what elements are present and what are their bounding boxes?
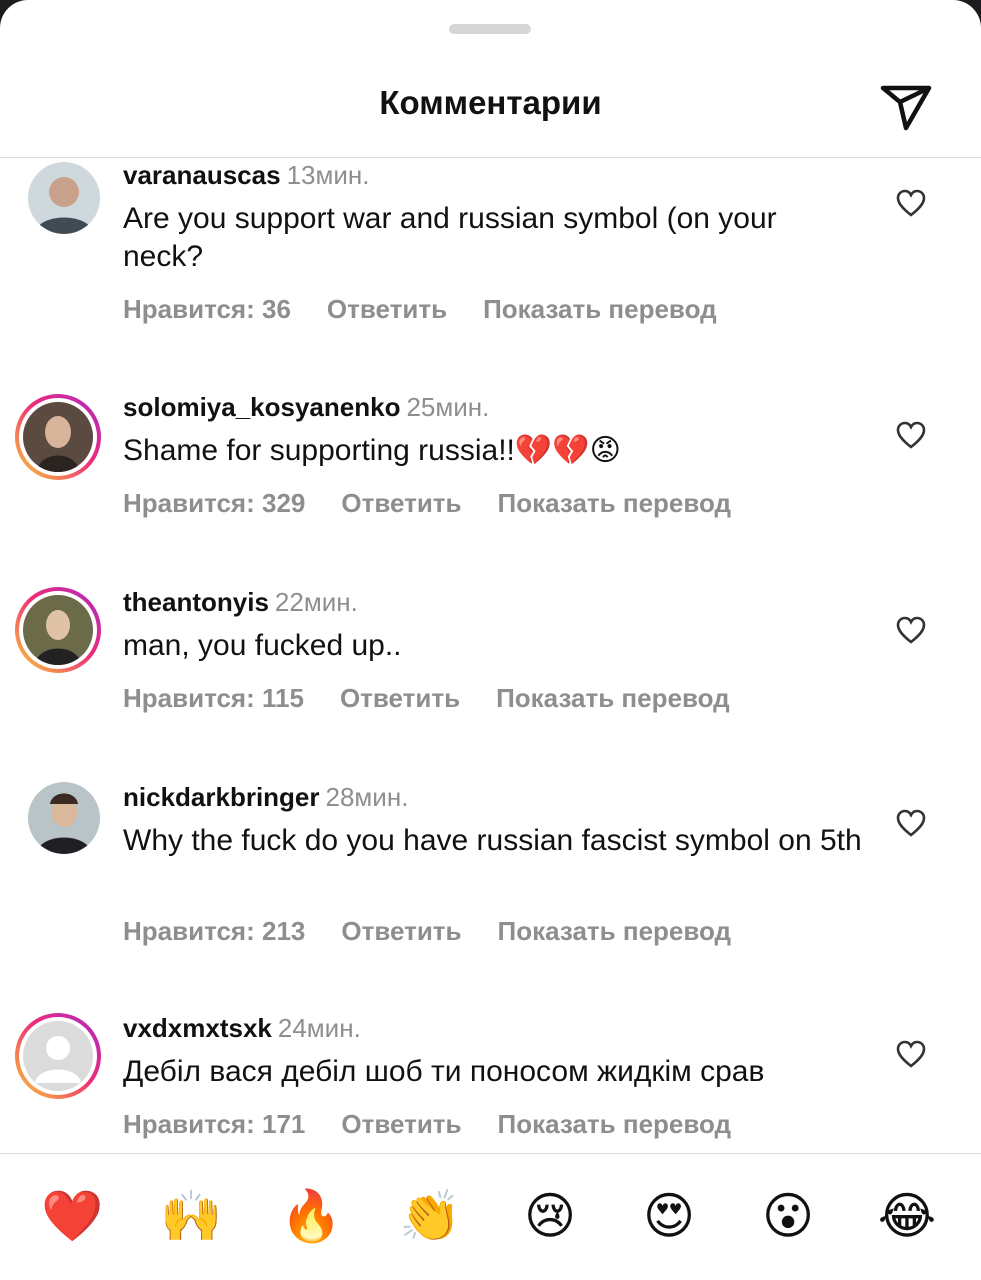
avatar[interactable] [28, 162, 100, 234]
username[interactable]: theantonyis [123, 587, 269, 617]
comment-meta: theantonyis 22мин. [123, 587, 358, 618]
reaction-heart-eyes-icon[interactable]: 😍 [638, 1185, 700, 1247]
reaction-heart-icon[interactable]: ❤️ [41, 1185, 103, 1247]
send-icon[interactable] [878, 82, 934, 132]
likes-count[interactable]: Нравится: 171 [123, 1109, 305, 1139]
like-heart-icon[interactable] [895, 188, 927, 218]
page-title: Комментарии [379, 84, 602, 121]
reaction-clapping-icon[interactable]: 👏 [399, 1185, 461, 1247]
like-heart-icon[interactable] [895, 420, 927, 450]
like-heart-icon[interactable] [895, 615, 927, 645]
comment-meta: varanauscas 13мин. [123, 160, 369, 191]
username[interactable]: varanauscas [123, 160, 281, 190]
comment-meta: vxdxmxtsxk 24мин. [123, 1013, 361, 1044]
show-translation-button[interactable]: Показать перевод [498, 1109, 732, 1139]
likes-count[interactable]: Нравится: 115 [123, 683, 304, 713]
show-translation-button[interactable]: Показать перевод [498, 916, 732, 946]
likes-count[interactable]: Нравится: 329 [123, 488, 305, 518]
timestamp: 25мин. [406, 392, 490, 422]
header-divider [0, 157, 981, 158]
timestamp: 28мин. [325, 782, 409, 812]
comment-actions: Нравится: 329 Ответить Показать перевод [123, 488, 767, 519]
comment-text: man, you fucked up.. [123, 629, 402, 662]
reply-button[interactable]: Ответить [341, 916, 461, 946]
comment-text: Why the fuck do you have russian fascist… [123, 824, 862, 857]
comment-actions: Нравится: 36 Ответить Показать перевод [123, 294, 753, 325]
reaction-fire-icon[interactable]: 🔥 [280, 1185, 342, 1247]
reply-button[interactable]: Ответить [327, 294, 447, 324]
comment-meta: solomiya_kosyanenko 25мин. [123, 392, 489, 423]
comment-text: Are you support war and russian symbol (… [123, 202, 777, 273]
comment-meta: nickdarkbringer 28мин. [123, 782, 408, 813]
avatar[interactable] [15, 394, 101, 480]
like-heart-icon[interactable] [895, 1039, 927, 1069]
timestamp: 13мин. [286, 160, 370, 190]
reaction-crying-icon[interactable]: 😢 [519, 1185, 581, 1247]
likes-count[interactable]: Нравится: 213 [123, 916, 305, 946]
reaction-surprised-icon[interactable]: 😮 [757, 1185, 819, 1247]
timestamp: 24мин. [277, 1013, 361, 1043]
reply-button[interactable]: Ответить [340, 683, 460, 713]
comment-actions: Нравится: 115 Ответить Показать перевод [123, 683, 766, 714]
comment-text: Shame for supporting russia!!💔💔😡 [123, 434, 621, 467]
quick-reactions-bar: ❤️ 🙌 🔥 👏 😢 😍 😮 😂 [0, 1185, 981, 1255]
comment-text: Дебіл вася дебіл шоб ти поносом жидкім с… [123, 1055, 765, 1088]
comments-sheet: Комментарии varanauscas 13мин. Are you su… [0, 0, 981, 1280]
reaction-laughing-icon[interactable]: 😂 [876, 1185, 938, 1247]
avatar[interactable] [28, 782, 100, 854]
username[interactable]: vxdxmxtsxk [123, 1013, 272, 1043]
timestamp: 22мин. [274, 587, 358, 617]
comment-actions: Нравится: 213 Ответить Показать перевод [123, 916, 767, 947]
reply-button[interactable]: Ответить [341, 1109, 461, 1139]
reply-button[interactable]: Ответить [341, 488, 461, 518]
like-heart-icon[interactable] [895, 808, 927, 838]
sheet-grabber-handle[interactable] [449, 24, 531, 34]
likes-count[interactable]: Нравится: 36 [123, 294, 291, 324]
username[interactable]: solomiya_kosyanenko [123, 392, 400, 422]
reactions-divider [0, 1153, 981, 1154]
username[interactable]: nickdarkbringer [123, 782, 320, 812]
comment-actions: Нравится: 171 Ответить Показать перевод [123, 1109, 767, 1140]
show-translation-button[interactable]: Показать перевод [496, 683, 730, 713]
avatar[interactable] [15, 1013, 101, 1099]
show-translation-button[interactable]: Показать перевод [483, 294, 717, 324]
avatar[interactable] [15, 587, 101, 673]
show-translation-button[interactable]: Показать перевод [498, 488, 732, 518]
reaction-raised-hands-icon[interactable]: 🙌 [160, 1185, 222, 1247]
